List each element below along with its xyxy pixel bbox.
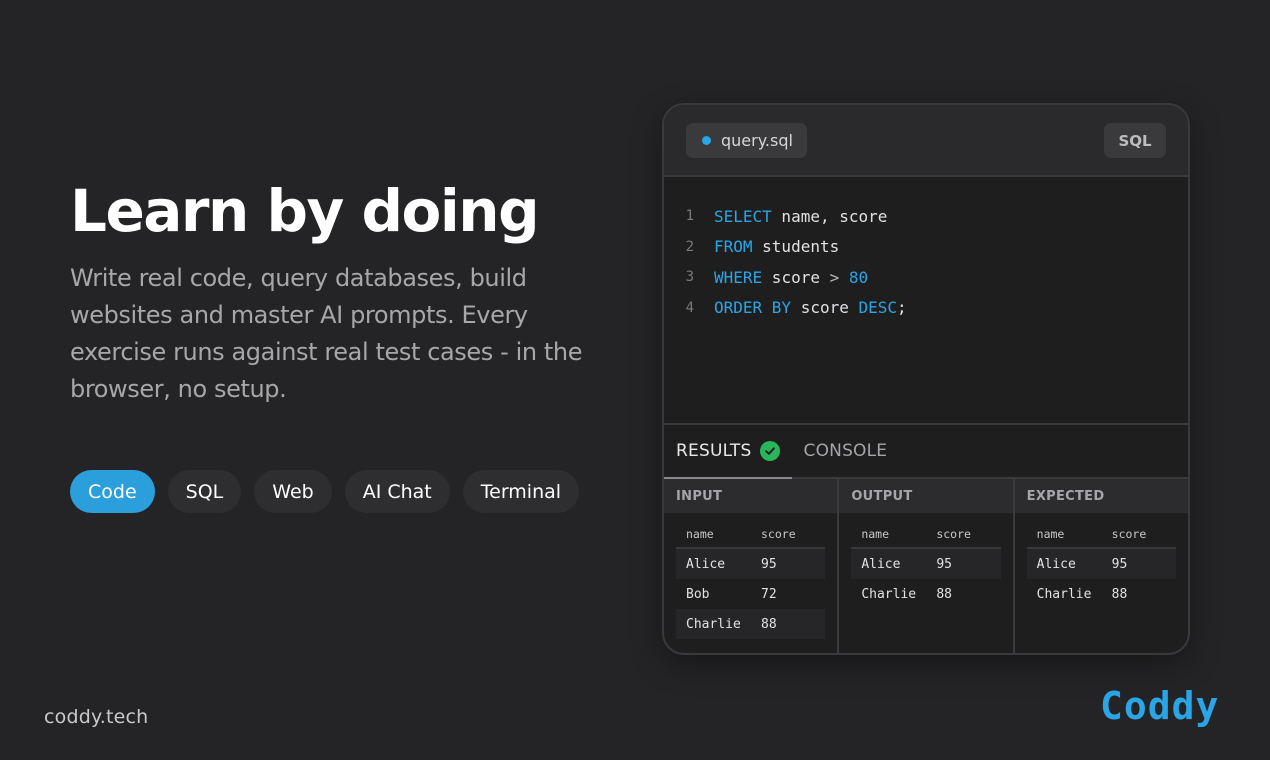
line-number: 3	[685, 269, 694, 286]
panel-title: EXPECTED	[1014, 479, 1188, 513]
column-header: name	[686, 527, 714, 541]
hero-description: Write real code, query databases, build …	[70, 264, 583, 403]
coddy-logo: Coddy	[1100, 684, 1220, 728]
sql-keyword: SELECT	[714, 206, 772, 226]
site-url[interactable]: coddy.tech	[44, 706, 148, 728]
code-operator: >	[829, 267, 849, 287]
table-cell: 95	[936, 556, 952, 572]
sql-keyword: DESC	[858, 298, 898, 318]
sql-keyword: ORDER BY	[714, 298, 792, 318]
data-table: name score Alice 95 Bob 72 Charlie 88	[676, 521, 826, 639]
table-header: name score	[676, 521, 826, 549]
column-header: score	[936, 527, 971, 541]
panel-title: INPUT	[664, 479, 838, 513]
code-text: ;	[897, 298, 907, 318]
table-row: Charlie 88	[676, 609, 826, 639]
column-header: score	[1111, 527, 1147, 541]
table-cell: Alice	[861, 556, 901, 572]
hero-title: Learn by doing	[70, 177, 540, 245]
tab-console-label: CONSOLE	[803, 441, 888, 461]
code-line: 4 ORDER BY score DESC ;	[664, 293, 1188, 324]
chip-sql[interactable]: SQL	[167, 470, 242, 513]
chip-terminal[interactable]: Terminal	[462, 470, 580, 513]
code-text: students	[752, 237, 840, 257]
table-header: name score	[1026, 521, 1176, 549]
table-cell: Alice	[1036, 556, 1076, 572]
code-text: score	[791, 298, 859, 318]
results-tabs: RESULTS CONSOLE	[664, 423, 1188, 479]
editor-header: query.sql SQL	[664, 105, 1188, 177]
table-row: Alice 95	[1026, 549, 1176, 579]
table-cell: 88	[761, 616, 777, 632]
output-panel: OUTPUT name score Alice 95 Charlie 88	[839, 479, 1015, 653]
code-number: 80	[848, 267, 869, 287]
line-number: 1	[685, 208, 694, 225]
table-cell: 95	[761, 556, 777, 572]
tab-console[interactable]: CONSOLE	[792, 425, 900, 477]
column-header: name	[861, 527, 890, 541]
file-status-dot-icon	[702, 136, 711, 145]
code-line: 3 WHERE score > 80	[664, 262, 1188, 293]
table-cell: Charlie	[686, 616, 741, 632]
code-text: name, score	[771, 206, 888, 226]
file-name: query.sql	[721, 131, 793, 150]
data-table: name score Alice 95 Charlie 88	[1026, 521, 1176, 609]
input-panel: INPUT name score Alice 95 Bob 72 Charlie…	[664, 479, 840, 653]
column-header: name	[1036, 527, 1065, 541]
table-header: name score	[851, 521, 1001, 549]
column-header: score	[761, 527, 796, 541]
code-line: 2 FROM students	[664, 232, 1188, 263]
table-cell: Charlie	[861, 586, 917, 602]
table-row: Alice 95	[851, 549, 1001, 579]
chip-ai-chat[interactable]: AI Chat	[344, 470, 450, 513]
table-cell: 72	[761, 586, 777, 602]
line-number: 4	[685, 299, 694, 316]
tab-results[interactable]: RESULTS	[664, 425, 792, 479]
sql-keyword: WHERE	[714, 267, 763, 287]
panel-title: OUTPUT	[839, 479, 1013, 513]
expected-panel: EXPECTED name score Alice 95 Charlie 88	[1014, 479, 1188, 653]
data-table: name score Alice 95 Charlie 88	[851, 521, 1001, 609]
sql-keyword: FROM	[714, 237, 753, 257]
table-row: Charlie 88	[1027, 579, 1176, 609]
check-icon	[759, 441, 780, 461]
table-cell: 88	[1111, 586, 1128, 602]
topic-chips: Code SQL Web AI Chat Terminal	[70, 470, 580, 513]
code-editor-window: query.sql SQL 1 SELECT name, score 2 FRO…	[662, 103, 1190, 655]
table-cell: Bob	[686, 586, 710, 602]
table-row: Bob 72	[676, 579, 825, 609]
table-cell: 95	[1111, 556, 1128, 572]
results-tables: INPUT name score Alice 95 Bob 72 Charlie…	[664, 479, 1188, 653]
chip-code[interactable]: Code	[70, 470, 155, 513]
tab-results-label: RESULTS	[676, 441, 752, 461]
code-text: score	[762, 267, 830, 287]
table-cell: Charlie	[1036, 586, 1092, 602]
table-row: Alice 95	[676, 549, 826, 579]
table-cell: Alice	[686, 556, 726, 572]
table-cell: 88	[936, 586, 952, 602]
file-tab[interactable]: query.sql	[686, 123, 807, 158]
table-row: Charlie 88	[851, 579, 1000, 609]
code-area[interactable]: 1 SELECT name, score 2 FROM students 3 W…	[664, 177, 1188, 423]
chip-web[interactable]: Web	[254, 470, 332, 513]
line-number: 2	[685, 238, 694, 255]
code-line: 1 SELECT name, score	[664, 201, 1188, 232]
language-badge: SQL	[1104, 123, 1166, 158]
